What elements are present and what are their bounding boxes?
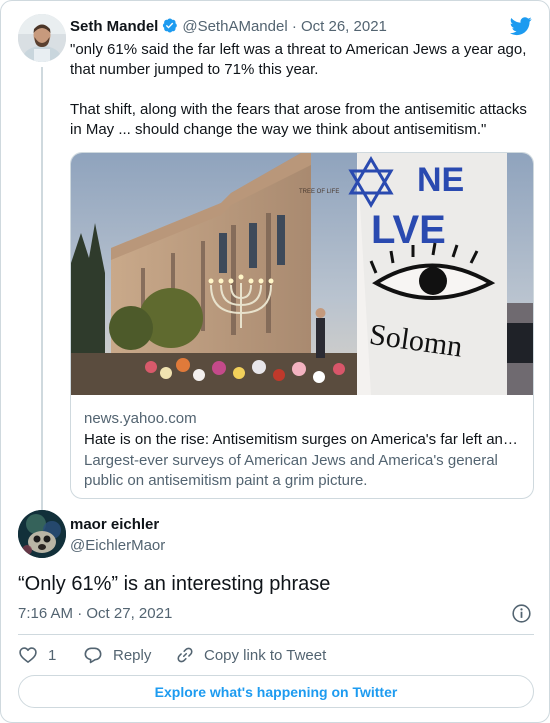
twitter-bird-icon[interactable]: [509, 15, 533, 37]
separator-dot: ·: [77, 605, 83, 622]
heart-icon: [19, 647, 37, 663]
reply-label: Reply: [113, 646, 152, 664]
reply-timestamp[interactable]: 7:16 AM · Oct 27, 2021: [18, 604, 172, 624]
separator-dot: ·: [291, 18, 297, 35]
reply-button[interactable]: Reply: [83, 644, 151, 666]
link-domain: news.yahoo.com: [84, 410, 197, 427]
link-title: Hate is on the rise: Antisemitism surges…: [84, 431, 518, 448]
like-button[interactable]: 1: [18, 644, 56, 666]
author-handle[interactable]: @SethAMandel: [182, 18, 287, 35]
like-count: 1: [48, 646, 57, 664]
avatar-maor-eichler[interactable]: [18, 510, 66, 558]
parent-tweet-header: Seth Mandel @SethAMandel · Oct 26, 2021: [70, 17, 387, 36]
author-name[interactable]: Seth Mandel: [70, 18, 158, 35]
poster-top-text: NE: [417, 161, 464, 199]
tweet-embed-card: Seth Mandel @SethAMandel · Oct 26, 2021 "…: [0, 0, 550, 723]
link-description: Largest-ever surveys of American Jews an…: [84, 452, 498, 489]
link-card-meta: news.yahoo.com Hate is on the rise: Anti…: [84, 409, 524, 491]
building-sign-text: TREE OF LIFE: [299, 189, 339, 195]
article-image: TREE OF LIFE NE LVE Solomn: [71, 153, 533, 395]
explore-twitter-button[interactable]: Explore what's happening on Twitter: [18, 675, 534, 708]
speech-bubble-icon: [84, 647, 102, 664]
copy-link-label: Copy link to Tweet: [204, 646, 327, 664]
avatar-image: [18, 14, 66, 62]
verified-badge-icon: [163, 18, 178, 33]
copy-link-button[interactable]: Copy link to Tweet: [175, 644, 326, 666]
reply-date: Oct 27, 2021: [86, 605, 173, 622]
avatar-seth-mandel[interactable]: [18, 14, 66, 62]
reply-time: 7:16 AM: [18, 605, 74, 622]
thread-connector-line: [41, 67, 43, 513]
reply-author-handle[interactable]: @EichlerMaor: [70, 537, 165, 555]
parent-tweet-text: "only 61% said the far left was a threat…: [70, 40, 536, 140]
link-preview-card[interactable]: TREE OF LIFE NE LVE Solomn news.yahoo.co…: [70, 152, 534, 499]
avatar-image: [18, 510, 66, 558]
tweet-date[interactable]: Oct 26, 2021: [301, 18, 387, 35]
reply-tweet-text: “Only 61%” is an interesting phrase: [18, 573, 331, 595]
tweet-paragraph: "only 61% said the far left was a threat…: [70, 41, 527, 78]
divider: [18, 634, 534, 635]
reply-author-name[interactable]: maor eichler: [70, 516, 159, 534]
info-icon[interactable]: [511, 603, 532, 624]
tweet-paragraph: That shift, along with the fears that ar…: [70, 101, 527, 138]
link-icon: [177, 647, 193, 663]
